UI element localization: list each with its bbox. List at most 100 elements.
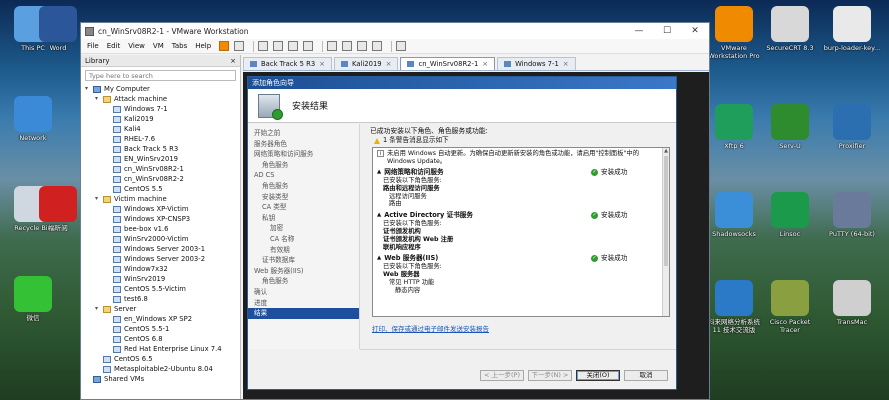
unity-icon[interactable] bbox=[372, 41, 383, 51]
wechat-icon bbox=[14, 276, 52, 312]
tree-toggle-icon[interactable]: ▾ bbox=[95, 94, 103, 104]
library-close-icon[interactable]: × bbox=[230, 55, 236, 67]
menu-vm[interactable]: VM bbox=[153, 42, 164, 50]
tree-vm-item[interactable]: WinSrv2019 bbox=[85, 274, 240, 284]
tree-vm-item[interactable]: Window7x32 bbox=[85, 264, 240, 274]
tab-close-icon[interactable]: × bbox=[319, 58, 325, 70]
snapshot-manager-icon[interactable] bbox=[303, 41, 314, 51]
menu-edit[interactable]: Edit bbox=[107, 42, 121, 50]
tree-vm-item[interactable]: Windows Server 2003-1 bbox=[85, 244, 240, 254]
tree-vm-item[interactable]: en_Windows XP SP2 bbox=[85, 314, 240, 324]
tree-item-label: CentOS 5.5-1 bbox=[124, 325, 170, 333]
tree-vm-item[interactable]: Kali2019 bbox=[85, 114, 240, 124]
menu-tabs[interactable]: Tabs bbox=[172, 42, 188, 50]
tree-toggle-icon[interactable]: ▾ bbox=[95, 304, 103, 314]
fullscreen-icon[interactable] bbox=[357, 41, 368, 51]
pause-icon[interactable] bbox=[219, 41, 230, 51]
desktop-shortcut[interactable]: PuTTY (64-bit) bbox=[822, 192, 882, 238]
console-icon[interactable] bbox=[396, 41, 407, 51]
tree-folder[interactable]: ▾ Attack machine bbox=[85, 94, 240, 104]
tree-vm-item[interactable]: CentOS 6.8 bbox=[85, 334, 240, 344]
prev-button[interactable]: < 上一步(P) bbox=[480, 370, 524, 381]
tree-vm-item[interactable]: Windows XP-CNSP3 bbox=[85, 214, 240, 224]
menu-file[interactable]: File bbox=[87, 42, 99, 50]
desktop-shortcut[interactable]: Cisco Packet Tracer bbox=[760, 280, 820, 334]
vm-tab[interactable]: Back Track 5 R3 × bbox=[243, 57, 333, 70]
tree-vm-item[interactable]: Windows XP-Victim bbox=[85, 204, 240, 214]
tree-vm-item[interactable]: Red Hat Enterprise Linux 7.4 bbox=[85, 344, 240, 354]
desktop-shortcut[interactable]: Linsoc bbox=[760, 192, 820, 238]
collapse-icon[interactable]: ▲ bbox=[377, 211, 381, 220]
tree-vm-item[interactable]: CentOS 6.5 bbox=[85, 354, 240, 364]
revert-icon[interactable] bbox=[288, 41, 299, 51]
tree-vm-item[interactable]: Back Track 5 R3 bbox=[85, 144, 240, 154]
library-search-input[interactable] bbox=[89, 71, 199, 80]
thumbnail-icon[interactable] bbox=[342, 41, 353, 51]
menu-help[interactable]: Help bbox=[195, 42, 211, 50]
desktop-shortcut[interactable]: Serv-U bbox=[760, 104, 820, 150]
tree-vm-item[interactable]: EN_WinSrv2019 bbox=[85, 154, 240, 164]
collapse-icon[interactable]: ▲ bbox=[377, 168, 381, 177]
tree-toggle-icon[interactable]: ▾ bbox=[95, 194, 103, 204]
desktop-shortcut[interactable]: Network bbox=[0, 96, 66, 142]
tree-vm-item[interactable]: test6.8 bbox=[85, 294, 240, 304]
scroll-thumb[interactable] bbox=[664, 156, 668, 266]
vm-console[interactable]: 添加角色向导 安装结果 开始之前 服务器角色 网络策略和访问服务 角色服务 AD CS 角… bbox=[243, 72, 709, 399]
tree-vm-item[interactable]: CentOS 5.5-Victim bbox=[85, 284, 240, 294]
library-search[interactable] bbox=[85, 70, 236, 81]
tab-close-icon[interactable]: × bbox=[482, 58, 488, 70]
tree-vm-item[interactable]: Windows 7-1 bbox=[85, 104, 240, 114]
desktop-shortcut[interactable]: 微信 bbox=[0, 276, 66, 322]
scroll-up-icon[interactable]: ▲ bbox=[663, 148, 669, 155]
vm-tab[interactable]: Windows 7-1 × bbox=[497, 57, 576, 70]
library-toggle-icon[interactable] bbox=[327, 41, 338, 51]
desktop-shortcut[interactable]: TransMac bbox=[822, 280, 882, 326]
result-section[interactable]: ▲ 网络策略和访问服务 ✓ 安装成功 bbox=[377, 168, 661, 177]
tree-vm-item[interactable]: RHEL-7.6 bbox=[85, 134, 240, 144]
cancel-button[interactable]: 取消 bbox=[624, 370, 668, 381]
tree-vm-item[interactable]: WinSrv2000-Victim bbox=[85, 234, 240, 244]
vm-tab[interactable]: Kali2019 × bbox=[334, 57, 399, 70]
tree-folder[interactable]: ▾ Server bbox=[85, 304, 240, 314]
next-button[interactable]: 下一步(N) > bbox=[528, 370, 572, 381]
tab-close-icon[interactable]: × bbox=[563, 58, 569, 70]
close-button[interactable]: 关闭(O) bbox=[576, 370, 620, 381]
desktop-shortcut[interactable]: Shadowsocks bbox=[704, 192, 764, 238]
snapshot-icon[interactable] bbox=[273, 41, 284, 51]
desktop-shortcut[interactable]: Proxifier bbox=[822, 104, 882, 150]
results-scrollbar[interactable]: ▲ bbox=[662, 148, 669, 316]
desktop-shortcut[interactable]: 科来网络分析系统11 技术交流版 bbox=[704, 280, 764, 334]
tree-vm-item[interactable]: cn_WinSrv08R2-1 bbox=[85, 164, 240, 174]
desktop-shortcut[interactable]: Xftp 6 bbox=[704, 104, 764, 150]
tree-folder[interactable]: ▾ Victim machine bbox=[85, 194, 240, 204]
tree-root[interactable]: ▾ My Computer bbox=[85, 84, 240, 94]
vm-tab[interactable]: cn_WinSrv08R2-1 × bbox=[400, 57, 496, 70]
minimize-icon[interactable]: — bbox=[625, 26, 653, 36]
menu-view[interactable]: View bbox=[128, 42, 145, 50]
tree-vm-item[interactable]: Metasploitable2-Ubuntu 8.04 bbox=[85, 364, 240, 374]
print-report-link[interactable]: 打印、保存或通过电子邮件发送安装报告 bbox=[372, 323, 489, 333]
desktop-shortcut[interactable]: Word bbox=[36, 6, 80, 52]
desktop-shortcut[interactable]: SecureCRT 8.3 bbox=[760, 6, 820, 52]
wizard-titlebar[interactable]: 添加角色向导 bbox=[248, 77, 676, 89]
desktop-shortcut[interactable]: burp-loader-key... bbox=[822, 6, 882, 52]
tree-vm-item[interactable]: CentOS 5.5-1 bbox=[85, 324, 240, 334]
tree-vm-item[interactable]: Windows Server 2003-2 bbox=[85, 254, 240, 264]
desktop-shortcut[interactable]: VMware Workstation Pro bbox=[704, 6, 764, 60]
tree-vm-item[interactable]: cn_WinSrv08R2-2 bbox=[85, 174, 240, 184]
dropdown-icon[interactable] bbox=[234, 41, 245, 51]
tree-vm-item[interactable]: bee-box v1.6 bbox=[85, 224, 240, 234]
window-titlebar[interactable]: cn_WinSrv08R2-1 - VMware Workstation — ☐… bbox=[81, 23, 709, 39]
tree-root[interactable]: Shared VMs bbox=[85, 374, 240, 384]
collapse-icon[interactable]: ▲ bbox=[377, 254, 381, 263]
close-icon[interactable]: ✕ bbox=[681, 26, 709, 36]
result-section[interactable]: ▲ Active Directory 证书服务 ✓ 安装成功 bbox=[377, 211, 661, 220]
desktop-shortcut[interactable]: 福昕阅 bbox=[36, 186, 80, 232]
maximize-icon[interactable]: ☐ bbox=[653, 26, 681, 36]
tree-vm-item[interactable]: Kali4 bbox=[85, 124, 240, 134]
results-box[interactable]: i 未启用 Windows 自动更新。为确保自动更新新安装的角色或功能，请启用"… bbox=[372, 147, 670, 317]
tree-vm-item[interactable]: CentOS 5.5 bbox=[85, 184, 240, 194]
send-keys-icon[interactable] bbox=[258, 41, 269, 51]
tab-close-icon[interactable]: × bbox=[386, 58, 392, 70]
tree-toggle-icon[interactable]: ▾ bbox=[85, 84, 93, 94]
